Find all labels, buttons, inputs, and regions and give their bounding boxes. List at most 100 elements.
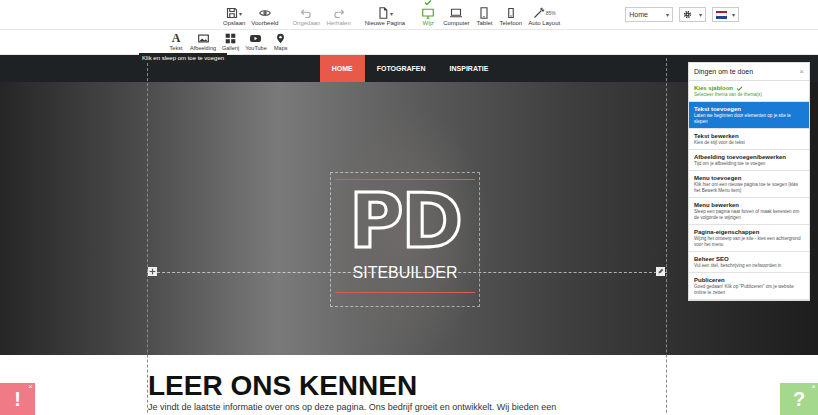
toolbar-button[interactable]: Wijz [416, 0, 440, 30]
todo-item-title: Publiceren [694, 276, 804, 284]
alert-button[interactable]: !× [0, 383, 35, 415]
dropdown-caret[interactable]: ▾ [239, 10, 242, 17]
nav-item[interactable]: INSPIRATIE [438, 55, 501, 82]
youtube-icon [250, 33, 261, 44]
todo-item[interactable]: Tekst toevoegenLaten we beginnen door el… [689, 102, 809, 129]
image-icon [198, 33, 209, 44]
toolbar-label: Herhalen [326, 20, 350, 27]
monitor-icon [422, 7, 434, 19]
tablet-icon [478, 7, 490, 19]
toolbar-label: Nieuwe Pagina [365, 20, 405, 27]
widget-label: YouTube [245, 45, 267, 52]
eye-icon [259, 7, 271, 19]
todo-item-title: Afbeelding toevoegen/bewerken [694, 153, 804, 161]
todo-item-title: Pagina-eigenschappen [694, 228, 804, 236]
todo-item-title: Kies sjabloon [694, 84, 804, 92]
todo-item[interactable]: Kies sjabloonSelecteer thema van de them… [689, 81, 809, 102]
map-pin-icon [275, 33, 286, 44]
close-button[interactable]: × [811, 383, 816, 391]
undo-icon [300, 7, 312, 19]
site-builder: ▾OpslaanVoorbeeld Ongedaan Herhalen ▾ Nieuwe… [0, 0, 818, 415]
flag-icon [716, 11, 727, 19]
logo-text: SITEBUILDER [353, 262, 458, 284]
todo-panel: Dingen om te doen × Kies sjabloonSelecteer… [688, 62, 810, 301]
redo-icon [333, 7, 345, 19]
logo-line [335, 292, 475, 293]
zoom-percent: 85% [546, 10, 556, 16]
todo-item[interactable]: Tekst bewerkenKies de stijl voor de teks… [689, 129, 809, 150]
todo-item-title: Menu toevoegen [694, 174, 804, 182]
section-paragraph[interactable]: Je vindt de laatste informatie over ons … [148, 402, 818, 413]
todo-item-description: Vul een titel, beschrijving en trefwoord… [694, 263, 804, 269]
help-label: ? [793, 388, 805, 411]
todo-item-description: Kies de stijl voor de tekst [694, 140, 804, 146]
help-button[interactable]: ?× [780, 383, 818, 415]
widget-button[interactable]: ATekst [168, 32, 184, 52]
todo-item-description: Klik hier om een nieuwe pagina toe te vo… [694, 182, 804, 194]
language-select[interactable]: ▾ [712, 7, 739, 22]
todo-title: Dingen om te doen [694, 68, 753, 75]
text-icon: A [172, 32, 181, 44]
alert-label: ! [14, 388, 21, 411]
toolbar-button[interactable]: Voorbeeld [248, 0, 281, 30]
toolbar-button[interactable]: Telefoon [496, 0, 525, 30]
edit-handle[interactable] [656, 267, 665, 276]
widget-label: Gallerij [222, 45, 239, 52]
widget-button[interactable]: Gallerij [222, 33, 239, 52]
tooltip: Klik en sleep om toe te voegen [139, 53, 227, 63]
toolbar-button[interactable]: Ongedaan [289, 0, 323, 30]
phone-icon [505, 7, 517, 19]
todo-item-title: Tekst bewerken [694, 132, 804, 140]
computer-icon [450, 7, 462, 19]
toolbar-label: Ongedaan [292, 20, 320, 27]
content-section: LEER ONS KENNENJe vindt de laatste infor… [0, 355, 818, 413]
widget-button[interactable]: Afbeelding [190, 33, 216, 52]
page-icon [377, 7, 389, 19]
todo-item-title: Tekst toevoegen [694, 105, 804, 113]
check-icon [736, 86, 743, 91]
todo-item-description: Selecteer thema van de thema(s) [694, 92, 804, 98]
todo-item[interactable]: PublicerenGoed gedaan! Klik op "Publicer… [689, 273, 809, 300]
settings-select[interactable]: ▾ [679, 7, 706, 22]
todo-item[interactable]: Menu bewerkenSleep een pagina naar boven… [689, 198, 809, 225]
close-button[interactable]: × [799, 67, 804, 76]
toolbar-button[interactable]: ▾Opslaan [220, 0, 248, 30]
todo-header: Dingen om te doen × [689, 63, 809, 81]
widget-label: Afbeelding [190, 45, 216, 52]
dropdown-caret[interactable]: ▾ [390, 10, 393, 17]
widget-bar: ATekst Afbeelding Gallerij YouTube Maps [0, 30, 818, 55]
widget-button[interactable]: YouTube [245, 33, 267, 52]
nav-item[interactable]: HOME [320, 55, 365, 82]
toolbar-label: Wijz [422, 20, 433, 27]
nav-item[interactable]: FOTOGRAFEN [365, 55, 438, 82]
toolbar-button[interactable]: Computer [440, 0, 472, 30]
toolbar-label: Voorbeeld [251, 20, 278, 27]
todo-item-description: Sleep een pagina naar boven of maak kene… [694, 209, 804, 221]
column-guide [147, 58, 667, 415]
section-heading[interactable]: LEER ONS KENNEN [148, 371, 818, 401]
hero-logo[interactable]: PDSITEBUILDER [330, 172, 480, 307]
toolbar-button[interactable]: Tablet [472, 0, 496, 30]
toolbar-button[interactable]: ▾ Nieuwe Pagina [362, 0, 408, 30]
todo-item-description: Tijd om je afbeelding toe te voegen [694, 161, 804, 167]
move-handle[interactable] [148, 267, 157, 276]
todo-item[interactable]: Afbeelding toevoegen/bewerkenTijd om je … [689, 150, 809, 171]
todo-item[interactable]: Beheer SEOVul een titel, beschrijving en… [689, 252, 809, 273]
pencil-icon [657, 268, 664, 275]
widget-label: Maps [274, 45, 287, 52]
todo-item[interactable]: Menu toevoegenKlik hier om een nieuwe pa… [689, 171, 809, 198]
todo-item[interactable]: Pagina-eigenschappenWijzig het ontwerp v… [689, 225, 809, 252]
widget-button[interactable]: Maps [273, 33, 289, 52]
todo-item-description: Wijzig het ontwerp van je site - kies ee… [694, 236, 804, 248]
wand-icon [533, 7, 545, 19]
hero-guide [147, 272, 667, 273]
toolbar-button[interactable]: Herhalen [323, 0, 353, 30]
toolbar-button[interactable]: 85%Auto Layout [525, 0, 563, 30]
toolbar-label: Telefoon [499, 20, 522, 27]
close-button[interactable]: × [28, 383, 33, 391]
dropdown-caret: ▾ [666, 11, 669, 18]
check-icon [424, 0, 432, 5]
todo-item-description: Goed gedaan! Klik op "Publiceren" om je … [694, 284, 804, 296]
page-select[interactable]: Home▾ [625, 7, 673, 22]
todo-item-title: Menu bewerken [694, 201, 804, 209]
